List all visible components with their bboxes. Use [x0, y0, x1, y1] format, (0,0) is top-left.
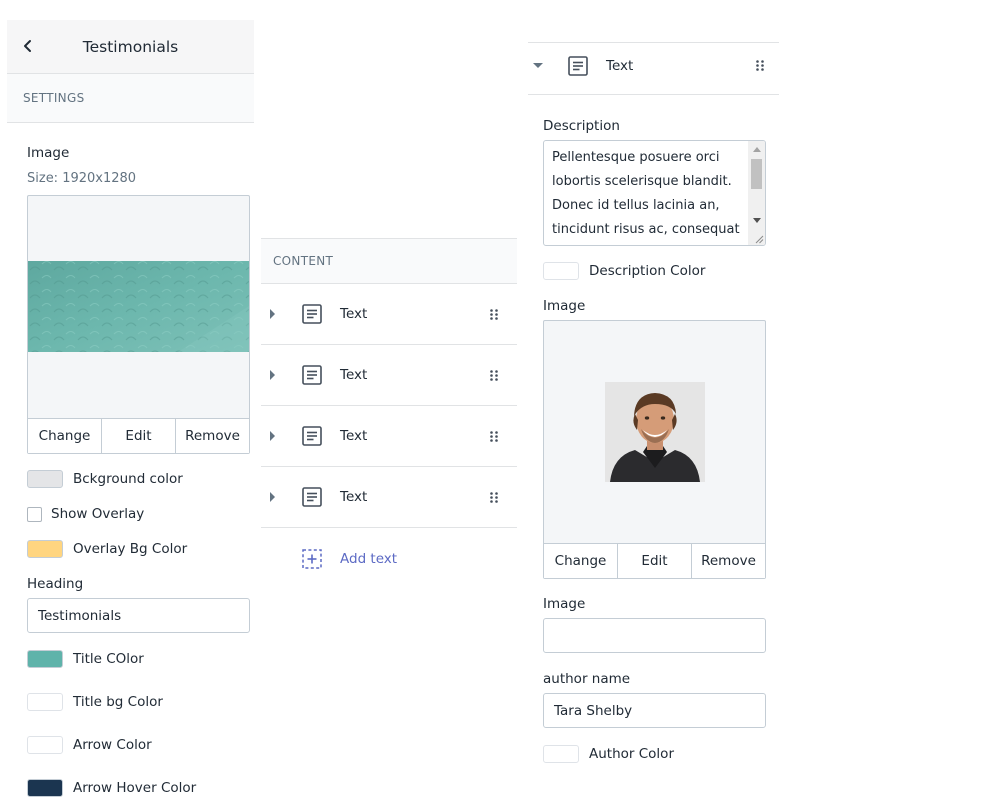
page-title: Testimonials [82, 37, 179, 56]
settings-section-heading: SETTINGS [7, 74, 254, 123]
expand-caret-icon[interactable] [270, 370, 275, 380]
background-color-setting: Bckground color [27, 470, 183, 488]
content-block-row[interactable]: Text [261, 284, 517, 345]
block-editor-header[interactable]: Text [528, 42, 779, 95]
author-image-picker: Change Edit Remove [543, 320, 766, 579]
show-overlay-setting: Show Overlay [27, 506, 144, 522]
title-color-setting: Title COlor [27, 650, 144, 668]
background-color-label: Bckground color [73, 471, 183, 487]
image-url-input[interactable] [543, 618, 766, 653]
arrow-hover-color-label: Arrow Hover Color [73, 780, 197, 796]
scroll-up-arrow-icon[interactable] [753, 147, 761, 152]
resize-grip-icon[interactable] [754, 234, 764, 244]
text-block-icon [302, 487, 322, 507]
title-bg-color-swatch[interactable] [27, 693, 63, 711]
overlay-bg-color-swatch[interactable] [27, 540, 63, 558]
description-color-label: Description Color [589, 263, 706, 279]
author-name-input[interactable]: Tara Shelby [543, 693, 766, 728]
block-label: Text [340, 306, 368, 322]
arrow-hover-color-setting: Arrow Hover Color [27, 779, 196, 797]
heading-label: Heading [27, 576, 84, 592]
author-name-label: author name [543, 671, 631, 687]
drag-handle-icon[interactable] [490, 309, 498, 320]
author-color-swatch[interactable] [543, 745, 579, 763]
expand-caret-icon[interactable] [270, 492, 275, 502]
remove-image-button[interactable]: Remove [176, 419, 249, 453]
expand-caret-icon[interactable] [270, 431, 275, 441]
title-color-label: Title COlor [73, 651, 144, 667]
heading-input[interactable]: Testimonials [27, 598, 250, 633]
teal-texture-image [28, 261, 249, 352]
remove-image-button[interactable]: Remove [692, 544, 765, 578]
arrow-color-setting: Arrow Color [27, 736, 152, 754]
drag-handle-icon[interactable] [490, 370, 498, 381]
panel-header: Testimonials [7, 20, 254, 74]
author-image-actions: Change Edit Remove [544, 543, 765, 578]
image-size-hint: Size: 1920x1280 [27, 171, 137, 186]
back-arrow-icon[interactable] [19, 36, 37, 56]
author-color-label: Author Color [589, 746, 674, 762]
author-portrait-image [605, 382, 705, 482]
add-text-label: Add text [340, 550, 398, 567]
overlay-bg-color-setting: Overlay Bg Color [27, 540, 187, 558]
block-editor-title: Text [606, 58, 634, 74]
description-textarea[interactable]: Pellentesque posuere orci lobortis scele… [543, 140, 766, 246]
change-image-button[interactable]: Change [28, 419, 102, 453]
show-overlay-label: Show Overlay [51, 506, 145, 522]
author-color-setting: Author Color [543, 745, 674, 763]
image-label: Image [27, 145, 70, 161]
description-color-swatch[interactable] [543, 262, 579, 280]
drag-handle-icon[interactable] [490, 492, 498, 503]
text-block-icon [568, 56, 588, 76]
image-label: Image [543, 298, 586, 314]
title-bg-color-setting: Title bg Color [27, 693, 163, 711]
block-label: Text [340, 367, 368, 383]
textarea-scrollbar[interactable] [748, 141, 765, 245]
add-block-icon [302, 549, 322, 569]
text-block-icon [302, 365, 322, 385]
image-url-label: Image [543, 596, 586, 612]
expand-caret-icon[interactable] [270, 309, 275, 319]
image-picker: Change Edit Remove [27, 195, 250, 454]
scroll-down-arrow-icon[interactable] [753, 218, 761, 223]
drag-handle-icon[interactable] [756, 60, 764, 71]
block-label: Text [340, 489, 368, 505]
arrow-color-swatch[interactable] [27, 736, 63, 754]
collapse-caret-icon[interactable] [533, 63, 543, 68]
edit-image-button[interactable]: Edit [618, 544, 692, 578]
overlay-bg-color-label: Overlay Bg Color [73, 541, 188, 557]
edit-image-button[interactable]: Edit [102, 419, 176, 453]
content-block-row[interactable]: Text [261, 345, 517, 406]
author-photo [605, 382, 705, 482]
image-actions: Change Edit Remove [28, 418, 249, 453]
title-bg-color-label: Title bg Color [73, 694, 163, 710]
content-block-row[interactable]: Text [261, 406, 517, 467]
arrow-hover-color-swatch[interactable] [27, 779, 63, 797]
add-text-block-button[interactable]: Add text [261, 528, 517, 589]
title-color-swatch[interactable] [27, 650, 63, 668]
text-block-icon [302, 304, 322, 324]
content-block-row[interactable]: Text [261, 467, 517, 528]
text-block-editor: Text Description Pellentesque posuere or… [528, 42, 779, 782]
content-section-heading: CONTENT [261, 238, 517, 284]
section-settings-panel: Testimonials SETTINGS Image Size: 1920x1… [7, 20, 254, 800]
description-text: Pellentesque posuere orci lobortis scele… [552, 150, 740, 237]
description-color-setting: Description Color [543, 262, 705, 280]
text-block-icon [302, 426, 322, 446]
description-label: Description [543, 118, 620, 134]
scroll-thumb[interactable] [751, 159, 762, 189]
block-list: Text Text Text Text [261, 284, 517, 528]
arrow-color-label: Arrow Color [73, 737, 152, 753]
author-name-value: Tara Shelby [554, 702, 633, 719]
change-image-button[interactable]: Change [544, 544, 618, 578]
background-image-preview [28, 261, 249, 352]
show-overlay-checkbox[interactable] [27, 506, 42, 522]
heading-input-value: Testimonials [38, 607, 122, 624]
block-label: Text [340, 428, 368, 444]
content-blocks-panel: CONTENT Text Text Text Text Add text [261, 238, 517, 569]
background-color-swatch[interactable] [27, 470, 63, 488]
drag-handle-icon[interactable] [490, 431, 498, 442]
